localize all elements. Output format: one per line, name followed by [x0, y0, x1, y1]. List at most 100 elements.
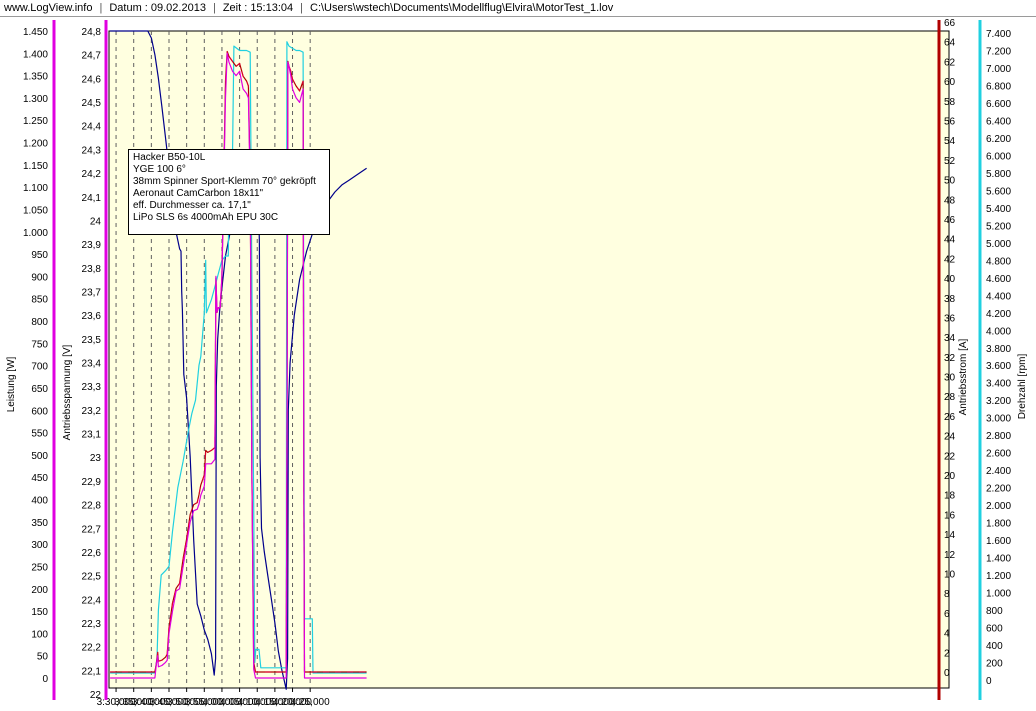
power-tick-label: 550	[31, 429, 48, 440]
current-tick-label: 40	[944, 274, 956, 285]
voltage-tick-label: 22,2	[82, 643, 102, 654]
voltage-tick-label: 22,6	[82, 548, 102, 559]
power-tick-label: 100	[31, 629, 48, 640]
motor-test-chart[interactable]: 3:30,0003:35,0003:40,0003:45,0003:50,000…	[0, 17, 1036, 711]
power-tick-label: 700	[31, 362, 48, 373]
rpm-tick-label: 6.800	[986, 81, 1011, 92]
current-tick-label: 56	[944, 116, 956, 127]
power-tick-label: 250	[31, 562, 48, 573]
voltage-tick-label: 23,2	[82, 406, 102, 417]
current-tick-label: 48	[944, 195, 956, 206]
voltage-tick-label: 24,1	[82, 193, 102, 204]
power-tick-label: 950	[31, 250, 48, 261]
current-tick-label: 10	[944, 570, 956, 581]
info-line: LiPo SLS 6s 4000mAh EPU 30C	[133, 212, 279, 223]
voltage-tick-label: 23,3	[82, 382, 102, 393]
voltage-tick-label: 22,1	[82, 666, 102, 677]
current-tick-label: 32	[944, 353, 956, 364]
rpm-tick-label: 3.400	[986, 379, 1011, 390]
file-path-label: C:\Users\wstech\Documents\Modellflug\Elv…	[310, 2, 614, 14]
current-tick-label: 20	[944, 471, 956, 482]
current-axis-title: Antriebsstrom [A]	[958, 338, 969, 415]
current-tick-label: 34	[944, 333, 956, 344]
rpm-tick-label: 800	[986, 606, 1003, 617]
rpm-tick-label: 2.400	[986, 466, 1011, 477]
rpm-tick-label: 6.200	[986, 134, 1011, 145]
site-label: www.LogView.info	[4, 2, 93, 14]
rpm-tick-label: 6.600	[986, 99, 1011, 110]
power-tick-label: 1.400	[23, 49, 48, 60]
power-tick-label: 750	[31, 339, 48, 350]
current-tick-label: 50	[944, 176, 956, 187]
power-tick-label: 150	[31, 607, 48, 618]
voltage-tick-label: 23,7	[82, 287, 102, 298]
voltage-tick-label: 23	[90, 453, 102, 464]
power-tick-label: 800	[31, 317, 48, 328]
power-tick-label: 1.450	[23, 27, 48, 38]
voltage-tick-label: 23,8	[82, 264, 102, 275]
voltage-tick-label: 22	[90, 690, 102, 701]
rpm-tick-label: 4.400	[986, 291, 1011, 302]
rpm-tick-label: 3.600	[986, 361, 1011, 372]
power-tick-label: 650	[31, 384, 48, 395]
voltage-tick-label: 24,8	[82, 27, 102, 38]
voltage-tick-label: 23,4	[82, 359, 102, 370]
power-axis-title: Leistung [W]	[6, 356, 17, 412]
current-tick-label: 4	[944, 629, 950, 640]
current-tick-label: 44	[944, 235, 956, 246]
info-line: Hacker B50-10L	[133, 152, 206, 163]
voltage-tick-label: 22,4	[82, 595, 102, 606]
current-tick-label: 58	[944, 97, 956, 108]
separator: |	[212, 2, 216, 14]
power-tick-label: 900	[31, 272, 48, 283]
date-label: Datum : 09.02.2013	[109, 2, 206, 14]
power-tick-label: 1.200	[23, 139, 48, 150]
current-tick-label: 64	[944, 38, 956, 49]
rpm-tick-label: 2.000	[986, 501, 1011, 512]
current-tick-label: 28	[944, 392, 956, 403]
power-tick-label: 300	[31, 540, 48, 551]
current-tick-label: 18	[944, 491, 956, 502]
current-tick-label: 26	[944, 412, 956, 423]
rpm-tick-label: 7.000	[986, 64, 1011, 75]
current-tick-label: 14	[944, 530, 956, 541]
rpm-tick-label: 5.200	[986, 221, 1011, 232]
voltage-tick-label: 24,7	[82, 51, 102, 62]
current-tick-label: 12	[944, 550, 956, 561]
current-tick-label: 46	[944, 215, 956, 226]
rpm-tick-label: 5.800	[986, 169, 1011, 180]
rpm-tick-label: 7.400	[986, 29, 1011, 40]
info-line: Aeronaut CamCarbon 18x11"	[133, 188, 264, 199]
info-line: eff. Durchmesser ca. 17,1"	[133, 200, 251, 211]
rpm-tick-label: 3.800	[986, 344, 1011, 355]
voltage-tick-label: 24	[90, 216, 102, 227]
rpm-axis-title: Drehzahl [rpm]	[1017, 353, 1028, 419]
rpm-tick-label: 6.400	[986, 116, 1011, 127]
voltage-tick-label: 22,7	[82, 524, 102, 535]
rpm-tick-label: 2.600	[986, 449, 1011, 460]
rpm-tick-label: 4.800	[986, 256, 1011, 267]
rpm-tick-label: 7.200	[986, 46, 1011, 57]
current-tick-label: 8	[944, 589, 950, 600]
rpm-tick-label: 3.000	[986, 414, 1011, 425]
separator: |	[99, 2, 103, 14]
plot-area[interactable]	[108, 30, 950, 689]
plot-background[interactable]	[108, 30, 950, 689]
rpm-tick-label: 4.200	[986, 309, 1011, 320]
voltage-tick-label: 22,5	[82, 572, 102, 583]
time-label: Zeit : 15:13:04	[222, 2, 294, 14]
rpm-tick-label: 1.600	[986, 536, 1011, 547]
voltage-tick-label: 22,3	[82, 619, 102, 630]
rpm-tick-label: 1.200	[986, 571, 1011, 582]
rpm-tick-label: 5.600	[986, 186, 1011, 197]
current-tick-label: 42	[944, 254, 956, 265]
power-tick-label: 1.150	[23, 161, 48, 172]
current-tick-label: 24	[944, 432, 956, 443]
rpm-tick-label: 600	[986, 624, 1003, 635]
rpm-tick-label: 5.000	[986, 239, 1011, 250]
rpm-tick-label: 1.000	[986, 589, 1011, 600]
voltage-tick-label: 24,6	[82, 74, 102, 85]
rpm-tick-label: 5.400	[986, 204, 1011, 215]
file-info-header: www.LogView.info | Datum : 09.02.2013 | Zeit…	[0, 0, 1036, 17]
power-tick-label: 1.250	[23, 116, 48, 127]
